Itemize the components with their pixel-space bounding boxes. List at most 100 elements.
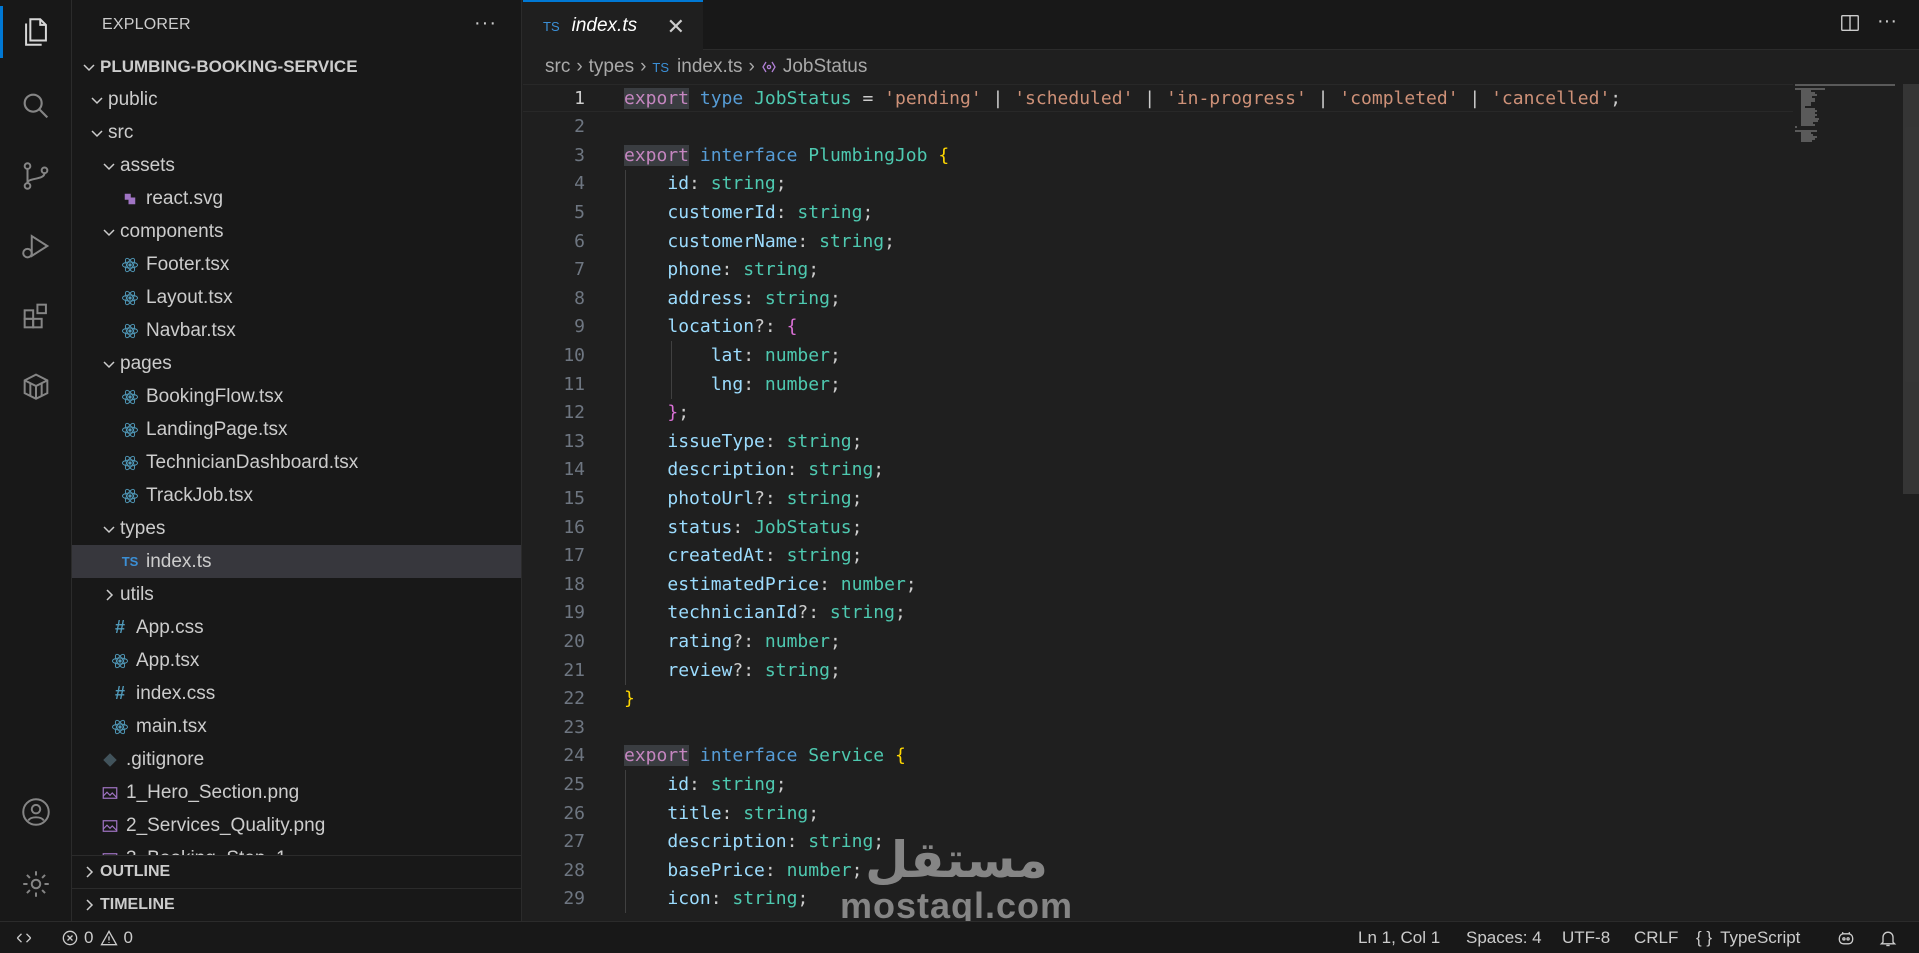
tree-item-label: index.css [136,682,216,704]
code-line[interactable]: 6 customerName: string; [523,227,1793,255]
breadcrumb-types[interactable]: types [589,56,634,78]
line-number: 13 [563,430,585,452]
code-line[interactable]: 14 description: string; [523,456,1793,484]
problems-indicator[interactable]: 0 0 [60,922,133,953]
language-mode[interactable]: { } TypeScript [1696,922,1800,953]
chevron-down-icon [98,158,120,174]
account-icon[interactable] [0,780,72,844]
extensions-icon[interactable] [0,284,72,348]
run-debug-icon[interactable] [0,214,72,278]
code-line[interactable]: 28 basePrice: number; [523,856,1793,884]
code-line[interactable]: 22} [523,685,1793,713]
source-control-icon[interactable] [0,144,72,208]
line-number: 14 [563,459,585,481]
code-line[interactable]: 4 id: string; [523,170,1793,198]
code-line[interactable]: 18 estimatedPrice: number; [523,570,1793,598]
file-row[interactable]: TrackJob.tsx [72,479,521,512]
explorer-icon[interactable] [0,0,72,64]
code-line[interactable]: 13 issueType: string; [523,427,1793,455]
workspace-root-folder[interactable]: PLUMBING-BOOKING-SERVICE [72,50,521,83]
search-icon[interactable] [0,74,72,138]
file-row[interactable]: main.tsx [72,710,521,743]
breadcrumb-symbol[interactable]: JobStatus [783,56,868,78]
editor-scrollbar[interactable] [1903,84,1919,494]
file-row[interactable]: 2_Services_Quality.png [72,809,521,842]
code-line[interactable]: 7 phone: string; [523,256,1793,284]
code-line[interactable]: 5 customerId: string; [523,198,1793,226]
file-row[interactable]: LandingPage.tsx [72,413,521,446]
folder-row[interactable]: types [72,512,521,545]
file-row[interactable]: TS index.ts [72,545,521,578]
code-line[interactable]: 8 address: string; [523,284,1793,312]
folder-row[interactable]: public [72,83,521,116]
error-icon [60,928,80,948]
code-line[interactable]: 26 title: string; [523,799,1793,827]
end-of-line[interactable]: CRLF [1634,922,1678,953]
file-row[interactable]: react.svg [72,182,521,215]
code-line[interactable]: 25 id: string; [523,770,1793,798]
code-line[interactable]: 17 createdAt: string; [523,542,1793,570]
status-bar: 0 0 Ln 1, Col 1 Spaces: 4 UTF-8 CRLF { }… [0,921,1919,953]
chevron-right-icon [98,587,120,603]
file-row[interactable]: 1_Hero_Section.png [72,776,521,809]
minimap[interactable] [1793,84,1903,144]
split-editor-icon[interactable] [1839,12,1861,40]
code-line[interactable]: 29 icon: string; [523,885,1793,913]
code-editor[interactable]: 1 export type JobStatus = 'pending' | 'sc… [523,84,1919,921]
code-line[interactable]: 9 location?: { [523,313,1793,341]
file-row[interactable]: App.tsx [72,644,521,677]
code-line[interactable]: 11 lng: number; [523,370,1793,398]
react-file-icon [108,652,132,670]
timeline-section[interactable]: TIMELINE [72,888,521,921]
folder-row[interactable]: src [72,116,521,149]
indentation[interactable]: Spaces: 4 [1466,922,1542,953]
code-line[interactable]: 12 }; [523,399,1793,427]
file-row[interactable]: # index.css [72,677,521,710]
folder-row[interactable]: assets [72,149,521,182]
folder-row[interactable]: pages [72,347,521,380]
code-line[interactable]: 19 technicianId?: string; [523,599,1793,627]
code-line[interactable]: 20 rating?: number; [523,627,1793,655]
editor-more-actions-icon[interactable]: ··· [1877,10,1897,33]
file-row[interactable]: # App.css [72,611,521,644]
line-number: 5 [574,201,585,223]
folder-row[interactable]: components [72,215,521,248]
encoding[interactable]: UTF-8 [1562,922,1610,953]
cursor-position[interactable]: Ln 1, Col 1 [1358,922,1440,953]
code-line[interactable]: 3 export interface PlumbingJob { [523,141,1793,169]
file-row[interactable]: Footer.tsx [72,248,521,281]
line-number: 3 [574,144,585,166]
file-row[interactable]: Navbar.tsx [72,314,521,347]
code-line[interactable]: 1 export type JobStatus = 'pending' | 'sc… [523,84,1793,112]
code-line[interactable]: 2 [523,113,1793,141]
containers-icon[interactable] [0,354,72,418]
outline-section[interactable]: OUTLINE [72,855,521,888]
indent-guide [625,169,626,685]
react-file-icon [118,289,142,307]
breadcrumb-src[interactable]: src [545,56,570,78]
close-tab-icon[interactable]: ✕ [667,14,685,40]
code-line[interactable]: 23 [523,713,1793,741]
code-line[interactable]: 10 lat: number; [523,341,1793,369]
code-line[interactable]: 16 status: JobStatus; [523,513,1793,541]
code-line[interactable]: 15 photoUrl?: string; [523,484,1793,512]
tab-index-ts[interactable]: TS index.ts ✕ [523,0,703,50]
settings-gear-icon[interactable] [0,852,72,916]
folder-row[interactable]: utils [72,578,521,611]
tab-bar: TS index.ts ✕ ··· [523,0,1919,50]
file-row[interactable]: Layout.tsx [72,281,521,314]
chevron-down-icon [98,356,120,372]
tree-item-label: utils [120,583,154,605]
file-row[interactable]: TechnicianDashboard.tsx [72,446,521,479]
code-line[interactable]: 27 description: string; [523,828,1793,856]
file-row[interactable]: BookingFlow.tsx [72,380,521,413]
breadcrumb-file[interactable]: index.ts [677,56,742,78]
line-number: 20 [563,630,585,652]
code-line[interactable]: 21 review?: string; [523,656,1793,684]
more-actions-icon[interactable]: ··· [474,12,497,35]
remote-icon[interactable] [14,922,34,953]
file-row[interactable]: .gitignore [72,743,521,776]
copilot-icon[interactable] [1836,922,1856,953]
code-line[interactable]: 24 export interface Service { [523,742,1793,770]
notifications-bell-icon[interactable] [1878,922,1898,953]
